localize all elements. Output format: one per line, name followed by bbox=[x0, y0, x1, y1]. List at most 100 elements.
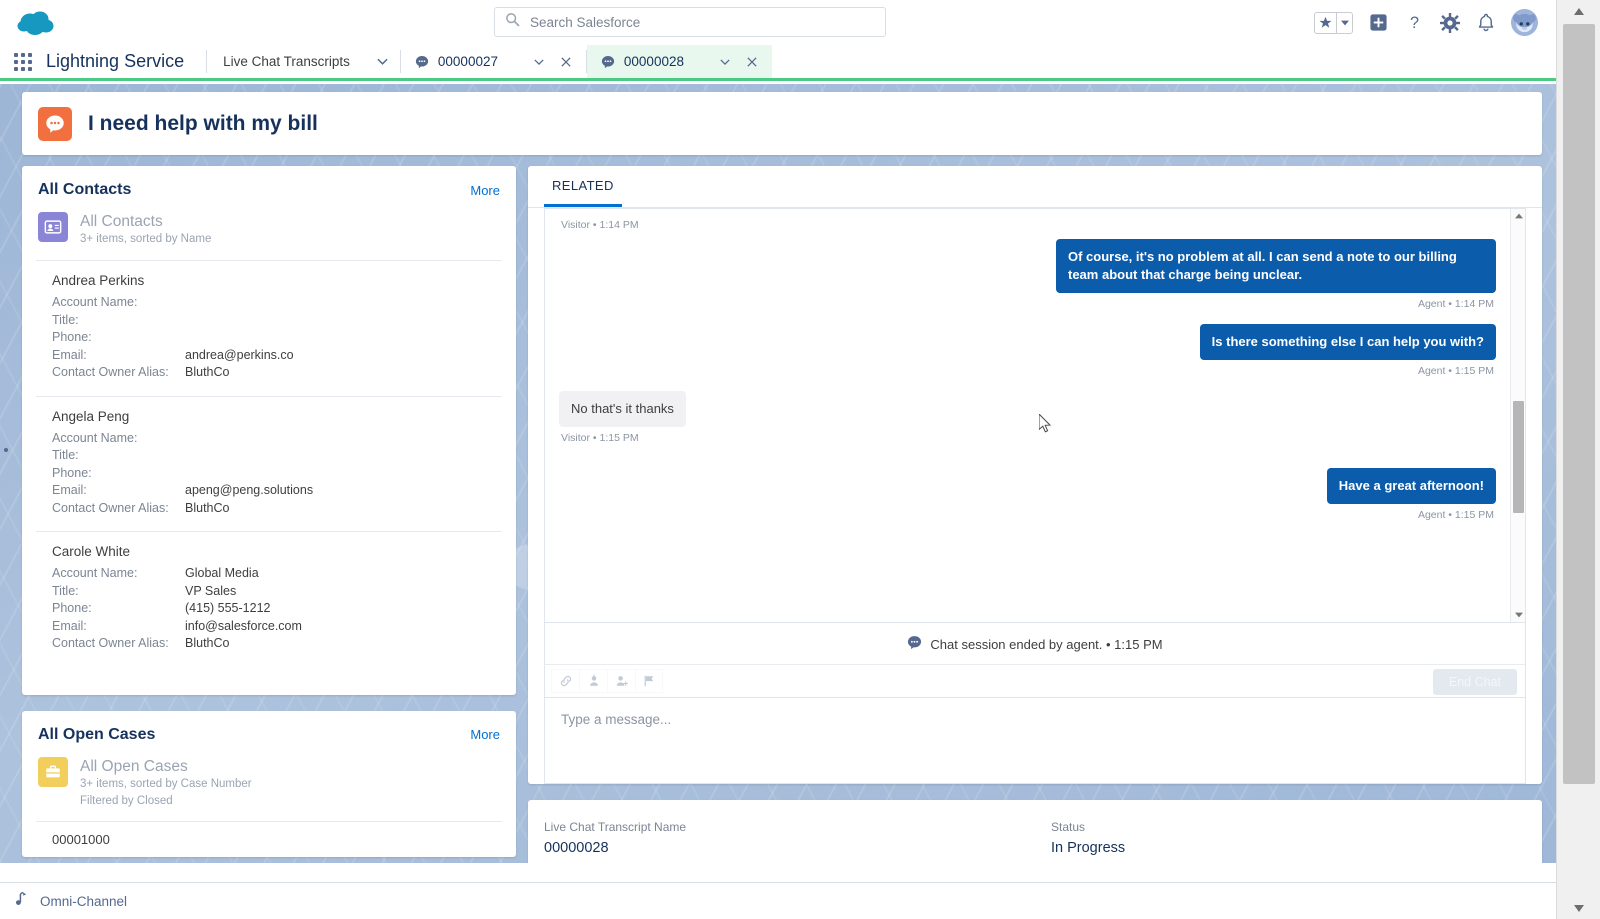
field-label: Phone: bbox=[52, 601, 92, 616]
message-meta: Visitor • 1:15 PM bbox=[561, 432, 639, 444]
scroll-down-icon[interactable] bbox=[1511, 608, 1525, 622]
list-view-header: All Open Cases 3+ items, sorted by Case … bbox=[22, 756, 516, 822]
browser-scrollbar[interactable] bbox=[1556, 0, 1600, 919]
more-link[interactable]: More bbox=[470, 183, 500, 198]
chat-body: Visitor • 1:14 PM Of course, it's no pro… bbox=[528, 208, 1542, 784]
add-person-icon[interactable] bbox=[607, 669, 635, 693]
message-meta: Visitor • 1:14 PM bbox=[561, 219, 639, 231]
salesforce-cloud-logo[interactable] bbox=[14, 7, 60, 39]
chat-bubble-icon bbox=[601, 54, 616, 69]
nav-item-live-chat-transcripts[interactable]: Live Chat Transcripts bbox=[207, 45, 366, 78]
field-label: Live Chat Transcript Name bbox=[544, 820, 687, 834]
chat-message-log: Visitor • 1:14 PM Of course, it's no pro… bbox=[545, 209, 1510, 622]
field-label: Status bbox=[1051, 820, 1086, 834]
close-icon[interactable] bbox=[557, 52, 576, 71]
compose-toolbar: End Chat bbox=[544, 664, 1526, 698]
search-icon bbox=[505, 12, 520, 32]
contact-card-icon bbox=[38, 212, 68, 242]
favorites-group[interactable] bbox=[1314, 11, 1353, 34]
search-input[interactable] bbox=[530, 14, 875, 30]
field-value: info@salesforce.com bbox=[185, 618, 302, 633]
workspace-tab-00000027[interactable]: 00000027 bbox=[400, 45, 586, 78]
contact-name[interactable]: Carole White bbox=[52, 544, 500, 559]
link-icon[interactable] bbox=[551, 669, 579, 693]
plus-box-icon[interactable] bbox=[1367, 12, 1389, 34]
briefcase-icon bbox=[38, 756, 68, 787]
list-view-name: All Contacts bbox=[80, 213, 163, 230]
card-header: All Open Cases More bbox=[22, 711, 516, 757]
scrollbar-thumb[interactable] bbox=[1563, 24, 1595, 784]
tab-related[interactable]: RELATED bbox=[544, 166, 622, 207]
more-link[interactable]: More bbox=[470, 727, 500, 742]
close-icon[interactable] bbox=[743, 52, 762, 71]
scroll-up-icon[interactable] bbox=[1557, 0, 1600, 22]
chat-bubble-icon bbox=[415, 54, 430, 69]
end-chat-button[interactable]: End Chat bbox=[1432, 669, 1517, 695]
field-label: Phone: bbox=[52, 465, 92, 480]
chat-ended-notice: Chat session ended by agent. • 1:15 PM bbox=[544, 622, 1526, 664]
transcript-detail-card: Live Chat Transcript Name 00000028 Statu… bbox=[528, 800, 1542, 863]
field-label: Contact Owner Alias: bbox=[52, 365, 169, 380]
right-column: RELATED Visitor • 1:14 PM Of course, it'… bbox=[528, 166, 1542, 863]
gear-icon[interactable] bbox=[1439, 12, 1461, 34]
chevron-down-icon[interactable] bbox=[366, 45, 400, 78]
chevron-down-icon[interactable] bbox=[716, 52, 735, 71]
contact-name[interactable]: Andrea Perkins bbox=[52, 273, 500, 288]
waffle-grid-icon[interactable] bbox=[0, 45, 46, 78]
star-icon[interactable] bbox=[1315, 13, 1336, 33]
scroll-down-icon[interactable] bbox=[1557, 897, 1600, 919]
field-label: Phone: bbox=[52, 330, 92, 345]
scroll-up-icon[interactable] bbox=[1511, 209, 1525, 223]
flag-icon[interactable] bbox=[635, 669, 663, 693]
global-header: ? bbox=[0, 0, 1556, 45]
chat-scrollbar[interactable] bbox=[1510, 209, 1525, 622]
field-value: BluthCo bbox=[185, 365, 230, 380]
list-item[interactable]: 00001000 bbox=[22, 822, 516, 857]
list-item[interactable]: Carole White Account Name: Global Media T… bbox=[22, 532, 516, 667]
field-value: Global Media bbox=[185, 566, 259, 581]
field-label: Email: bbox=[52, 483, 87, 498]
bell-icon[interactable] bbox=[1475, 12, 1497, 34]
field-value: andrea@perkins.co bbox=[185, 347, 294, 362]
field-label: Account Name: bbox=[52, 295, 138, 310]
scrollbar-thumb[interactable] bbox=[1513, 401, 1524, 513]
omni-channel-button[interactable]: Omni-Channel bbox=[0, 883, 145, 919]
navigation-tab-bar: Lightning Service Live Chat Transcripts … bbox=[0, 45, 1556, 81]
chat-message: Is there something else I can help you w… bbox=[559, 324, 1496, 387]
chat-message: No that's it thanks Visitor • 1:15 PM bbox=[559, 391, 1496, 454]
field-label: Contact Owner Alias: bbox=[52, 500, 169, 515]
avatar[interactable] bbox=[1511, 9, 1538, 36]
contact-name[interactable]: Angela Peng bbox=[52, 409, 500, 424]
list-item[interactable]: Andrea Perkins Account Name: Title: Phon… bbox=[22, 261, 516, 396]
chat-message: Have a great afternoon! Agent • 1:15 PM bbox=[559, 468, 1496, 531]
transfer-icon[interactable] bbox=[579, 669, 607, 693]
omni-channel-footer: Omni-Channel bbox=[0, 882, 1556, 919]
field-value[interactable]: In Progress bbox=[1051, 840, 1534, 859]
workspace-backdrop: I need help with my bill All Contacts Mo… bbox=[0, 84, 1556, 863]
card-header: All Contacts More bbox=[22, 166, 516, 212]
list-item[interactable]: Angela Peng Account Name: Title: Phone: … bbox=[22, 397, 516, 532]
detail-field: Status In Progress bbox=[1035, 820, 1534, 863]
workspace-tab-00000028[interactable]: 00000028 bbox=[586, 45, 772, 78]
message-compose-input[interactable]: Type a message... bbox=[544, 698, 1526, 784]
chevron-down-icon[interactable] bbox=[1336, 12, 1352, 33]
omni-channel-label: Omni-Channel bbox=[40, 893, 128, 909]
workspace-tab-label: 00000027 bbox=[437, 54, 498, 69]
global-search[interactable] bbox=[494, 7, 886, 37]
sidebar-collapse-handle[interactable] bbox=[4, 448, 8, 452]
field-value[interactable]: 00000028 bbox=[544, 840, 1035, 859]
chat-message: Of course, it's no problem at all. I can… bbox=[559, 239, 1496, 320]
page-title: I need help with my bill bbox=[88, 111, 318, 135]
field-label: Email: bbox=[52, 618, 87, 633]
chevron-down-icon[interactable] bbox=[530, 52, 549, 71]
message-bubble: Is there something else I can help you w… bbox=[1199, 324, 1496, 360]
detail-field: Live Chat Transcript Name 00000028 bbox=[536, 820, 1035, 863]
list-view-subtitle: 3+ items, sorted by Case Number bbox=[80, 777, 252, 790]
tab-strip: RELATED bbox=[528, 166, 1542, 208]
field-label: Email: bbox=[52, 347, 87, 362]
question-icon[interactable]: ? bbox=[1403, 12, 1425, 34]
message-meta: Agent • 1:15 PM bbox=[1417, 365, 1494, 377]
message-bubble: Have a great afternoon! bbox=[1326, 468, 1496, 504]
card-title: All Open Cases bbox=[38, 725, 156, 743]
chat-bubble-icon bbox=[907, 635, 922, 653]
